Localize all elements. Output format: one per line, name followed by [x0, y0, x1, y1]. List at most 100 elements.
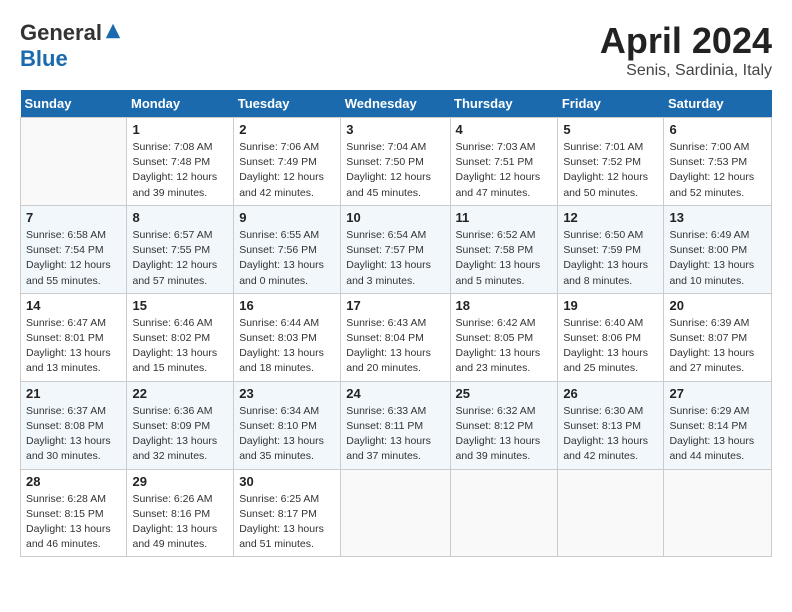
- day-number: 6: [669, 122, 766, 137]
- calendar-cell: 28Sunrise: 6:28 AMSunset: 8:15 PMDayligh…: [21, 469, 127, 557]
- calendar-cell: 2 Sunrise: 7:06 AMSunset: 7:49 PMDaylight…: [234, 118, 341, 206]
- day-info: Sunrise: 6:40 AMSunset: 8:06 PMDaylight:…: [563, 316, 658, 377]
- day-number: 15: [132, 298, 228, 313]
- logo-icon: [104, 22, 122, 40]
- day-info: Sunrise: 7:06 AMSunset: 7:49 PMDaylight:…: [239, 140, 335, 201]
- header-thursday: Thursday: [450, 90, 558, 118]
- day-info: Sunrise: 7:00 AMSunset: 7:53 PMDaylight:…: [669, 140, 766, 201]
- calendar-cell: 17Sunrise: 6:43 AMSunset: 8:04 PMDayligh…: [341, 293, 450, 381]
- calendar-cell: 16Sunrise: 6:44 AMSunset: 8:03 PMDayligh…: [234, 293, 341, 381]
- calendar-cell: 29Sunrise: 6:26 AMSunset: 8:16 PMDayligh…: [127, 469, 234, 557]
- day-number: 29: [132, 474, 228, 489]
- calendar-cell: [341, 469, 450, 557]
- day-number: 19: [563, 298, 658, 313]
- calendar-week-row: 1 Sunrise: 7:08 AMSunset: 7:48 PMDaylight…: [21, 118, 772, 206]
- day-info: Sunrise: 6:33 AMSunset: 8:11 PMDaylight:…: [346, 404, 444, 465]
- calendar-cell: 14 Sunrise: 6:47 AMSunset: 8:01 PMDayligh…: [21, 293, 127, 381]
- day-number: 24: [346, 386, 444, 401]
- calendar-cell: 13 Sunrise: 6:49 AMSunset: 8:00 PMDayligh…: [664, 205, 772, 293]
- calendar-cell: [558, 469, 664, 557]
- day-number: 14: [26, 298, 121, 313]
- day-info: Sunrise: 6:49 AMSunset: 8:00 PMDaylight:…: [669, 228, 766, 289]
- day-info: Sunrise: 6:36 AMSunset: 8:09 PMDaylight:…: [132, 404, 228, 465]
- calendar-cell: 26 Sunrise: 6:30 AMSunset: 8:13 PMDayligh…: [558, 381, 664, 469]
- day-info: Sunrise: 6:54 AMSunset: 7:57 PMDaylight:…: [346, 228, 444, 289]
- day-info: Sunrise: 6:58 AMSunset: 7:54 PMDaylight:…: [26, 228, 121, 289]
- day-info: Sunrise: 6:28 AMSunset: 8:15 PMDaylight:…: [26, 492, 121, 553]
- day-info: Sunrise: 6:44 AMSunset: 8:03 PMDaylight:…: [239, 316, 335, 377]
- calendar-cell: 15 Sunrise: 6:46 AMSunset: 8:02 PMDayligh…: [127, 293, 234, 381]
- day-info: Sunrise: 6:42 AMSunset: 8:05 PMDaylight:…: [456, 316, 553, 377]
- day-info: Sunrise: 7:03 AMSunset: 7:51 PMDaylight:…: [456, 140, 553, 201]
- day-info: Sunrise: 7:08 AMSunset: 7:48 PMDaylight:…: [132, 140, 228, 201]
- calendar-header-row: SundayMondayTuesdayWednesdayThursdayFrid…: [21, 90, 772, 118]
- day-number: 22: [132, 386, 228, 401]
- day-info: Sunrise: 6:47 AMSunset: 8:01 PMDaylight:…: [26, 316, 121, 377]
- calendar-table: SundayMondayTuesdayWednesdayThursdayFrid…: [20, 90, 772, 557]
- header-friday: Friday: [558, 90, 664, 118]
- calendar-cell: 7 Sunrise: 6:58 AMSunset: 7:54 PMDaylight…: [21, 205, 127, 293]
- calendar-cell: 23Sunrise: 6:34 AMSunset: 8:10 PMDayligh…: [234, 381, 341, 469]
- header-monday: Monday: [127, 90, 234, 118]
- calendar-cell: [664, 469, 772, 557]
- day-number: 7: [26, 210, 121, 225]
- day-number: 10: [346, 210, 444, 225]
- header-sunday: Sunday: [21, 90, 127, 118]
- day-number: 26: [563, 386, 658, 401]
- day-number: 8: [132, 210, 228, 225]
- day-number: 20: [669, 298, 766, 313]
- day-number: 30: [239, 474, 335, 489]
- day-number: 12: [563, 210, 658, 225]
- day-number: 17: [346, 298, 444, 313]
- logo-general-text: General: [20, 20, 102, 46]
- day-number: 3: [346, 122, 444, 137]
- calendar-cell: 3 Sunrise: 7:04 AMSunset: 7:50 PMDaylight…: [341, 118, 450, 206]
- calendar-cell: 11Sunrise: 6:52 AMSunset: 7:58 PMDayligh…: [450, 205, 558, 293]
- calendar-cell: 10 Sunrise: 6:54 AMSunset: 7:57 PMDayligh…: [341, 205, 450, 293]
- calendar-week-row: 7 Sunrise: 6:58 AMSunset: 7:54 PMDaylight…: [21, 205, 772, 293]
- calendar-cell: 6 Sunrise: 7:00 AMSunset: 7:53 PMDaylight…: [664, 118, 772, 206]
- day-info: Sunrise: 7:04 AMSunset: 7:50 PMDaylight:…: [346, 140, 444, 201]
- calendar-week-row: 14 Sunrise: 6:47 AMSunset: 8:01 PMDayligh…: [21, 293, 772, 381]
- calendar-cell: 9Sunrise: 6:55 AMSunset: 7:56 PMDaylight…: [234, 205, 341, 293]
- day-info: Sunrise: 6:29 AMSunset: 8:14 PMDaylight:…: [669, 404, 766, 465]
- day-info: Sunrise: 6:32 AMSunset: 8:12 PMDaylight:…: [456, 404, 553, 465]
- day-info: Sunrise: 6:46 AMSunset: 8:02 PMDaylight:…: [132, 316, 228, 377]
- day-number: 13: [669, 210, 766, 225]
- calendar-cell: 25 Sunrise: 6:32 AMSunset: 8:12 PMDayligh…: [450, 381, 558, 469]
- calendar-cell: [450, 469, 558, 557]
- day-number: 9: [239, 210, 335, 225]
- header-saturday: Saturday: [664, 90, 772, 118]
- day-info: Sunrise: 6:25 AMSunset: 8:17 PMDaylight:…: [239, 492, 335, 553]
- day-number: 2: [239, 122, 335, 137]
- day-number: 25: [456, 386, 553, 401]
- logo: General Blue: [20, 20, 122, 72]
- calendar-cell: 18Sunrise: 6:42 AMSunset: 8:05 PMDayligh…: [450, 293, 558, 381]
- title-area: April 2024 Senis, Sardinia, Italy: [600, 20, 772, 80]
- calendar-cell: 27Sunrise: 6:29 AMSunset: 8:14 PMDayligh…: [664, 381, 772, 469]
- day-info: Sunrise: 6:57 AMSunset: 7:55 PMDaylight:…: [132, 228, 228, 289]
- day-info: Sunrise: 6:39 AMSunset: 8:07 PMDaylight:…: [669, 316, 766, 377]
- calendar-week-row: 28Sunrise: 6:28 AMSunset: 8:15 PMDayligh…: [21, 469, 772, 557]
- page-header: General Blue April 2024 Senis, Sardinia,…: [20, 20, 772, 80]
- day-number: 1: [132, 122, 228, 137]
- calendar-week-row: 21 Sunrise: 6:37 AMSunset: 8:08 PMDayligh…: [21, 381, 772, 469]
- calendar-cell: 5Sunrise: 7:01 AMSunset: 7:52 PMDaylight…: [558, 118, 664, 206]
- calendar-cell: 1 Sunrise: 7:08 AMSunset: 7:48 PMDaylight…: [127, 118, 234, 206]
- day-number: 21: [26, 386, 121, 401]
- month-title: April 2024: [600, 20, 772, 62]
- calendar-cell: 24 Sunrise: 6:33 AMSunset: 8:11 PMDayligh…: [341, 381, 450, 469]
- header-wednesday: Wednesday: [341, 90, 450, 118]
- day-number: 4: [456, 122, 553, 137]
- location-subtitle: Senis, Sardinia, Italy: [600, 62, 772, 80]
- calendar-cell: 4 Sunrise: 7:03 AMSunset: 7:51 PMDaylight…: [450, 118, 558, 206]
- calendar-cell: 19 Sunrise: 6:40 AMSunset: 8:06 PMDayligh…: [558, 293, 664, 381]
- day-info: Sunrise: 6:34 AMSunset: 8:10 PMDaylight:…: [239, 404, 335, 465]
- day-info: Sunrise: 6:37 AMSunset: 8:08 PMDaylight:…: [26, 404, 121, 465]
- header-tuesday: Tuesday: [234, 90, 341, 118]
- day-info: Sunrise: 6:30 AMSunset: 8:13 PMDaylight:…: [563, 404, 658, 465]
- calendar-cell: 30 Sunrise: 6:25 AMSunset: 8:17 PMDayligh…: [234, 469, 341, 557]
- day-info: Sunrise: 7:01 AMSunset: 7:52 PMDaylight:…: [563, 140, 658, 201]
- day-info: Sunrise: 6:50 AMSunset: 7:59 PMDaylight:…: [563, 228, 658, 289]
- calendar-cell: 21 Sunrise: 6:37 AMSunset: 8:08 PMDayligh…: [21, 381, 127, 469]
